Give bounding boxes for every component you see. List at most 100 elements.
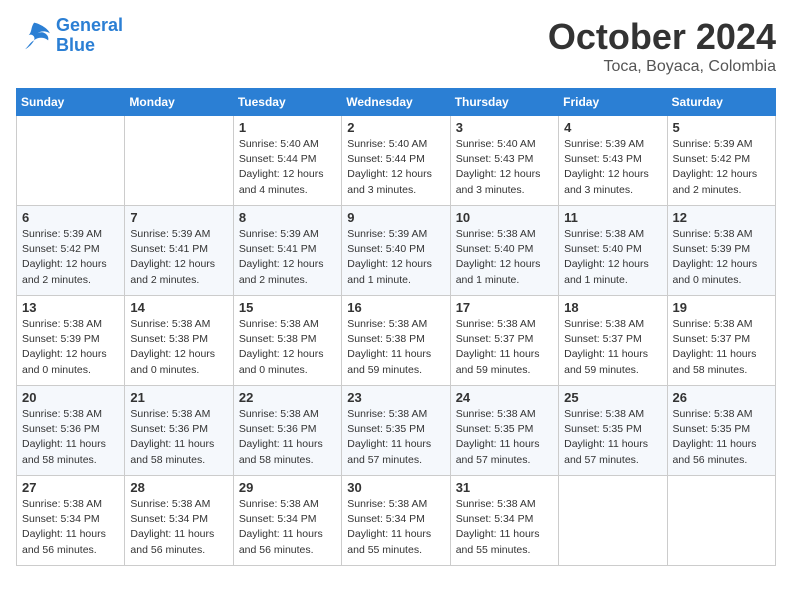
location: Toca, Boyaca, Colombia: [548, 58, 776, 76]
day-number: 30: [347, 480, 444, 495]
calendar-cell: 24 Sunrise: 5:38 AMSunset: 5:35 PMDayligh…: [450, 386, 558, 476]
day-number: 1: [239, 120, 336, 135]
calendar-cell: 30 Sunrise: 5:38 AMSunset: 5:34 PMDayligh…: [342, 476, 450, 566]
calendar-cell: 8 Sunrise: 5:39 AMSunset: 5:41 PMDaylight…: [233, 206, 341, 296]
page-header: General Blue October 2024 Toca, Boyaca, …: [16, 16, 776, 76]
weekday-header: Saturday: [667, 89, 775, 116]
calendar-week-row: 6Sunrise: 5:39 AMSunset: 5:42 PMDaylight…: [17, 206, 776, 296]
calendar-cell: 29 Sunrise: 5:38 AMSunset: 5:34 PMDayligh…: [233, 476, 341, 566]
calendar-cell: 6Sunrise: 5:39 AMSunset: 5:42 PMDaylight…: [17, 206, 125, 296]
weekday-header: Friday: [559, 89, 667, 116]
weekday-header: Tuesday: [233, 89, 341, 116]
day-number: 26: [673, 390, 770, 405]
day-info: Sunrise: 5:39 AMSunset: 5:41 PMDaylight:…: [130, 227, 227, 288]
day-number: 24: [456, 390, 553, 405]
day-info: Sunrise: 5:38 AMSunset: 5:34 PMDaylight:…: [130, 497, 227, 558]
day-number: 4: [564, 120, 661, 135]
logo: General Blue: [16, 16, 123, 56]
calendar-cell: 28 Sunrise: 5:38 AMSunset: 5:34 PMDayligh…: [125, 476, 233, 566]
calendar-cell: [667, 476, 775, 566]
calendar-cell: 20 Sunrise: 5:38 AMSunset: 5:36 PMDayligh…: [17, 386, 125, 476]
weekday-header: Wednesday: [342, 89, 450, 116]
calendar-cell: 10 Sunrise: 5:38 AMSunset: 5:40 PMDayligh…: [450, 206, 558, 296]
day-info: Sunrise: 5:38 AMSunset: 5:34 PMDaylight:…: [456, 497, 553, 558]
day-number: 28: [130, 480, 227, 495]
day-info: Sunrise: 5:38 AMSunset: 5:38 PMDaylight:…: [347, 317, 444, 378]
day-number: 18: [564, 300, 661, 315]
calendar-cell: 3 Sunrise: 5:40 AMSunset: 5:43 PMDaylight…: [450, 116, 558, 206]
calendar-cell: 11 Sunrise: 5:38 AMSunset: 5:40 PMDayligh…: [559, 206, 667, 296]
day-info: Sunrise: 5:38 AMSunset: 5:38 PMDaylight:…: [239, 317, 336, 378]
day-number: 6: [22, 210, 119, 225]
calendar-header-row: SundayMondayTuesdayWednesdayThursdayFrid…: [17, 89, 776, 116]
day-info: Sunrise: 5:39 AMSunset: 5:40 PMDaylight:…: [347, 227, 444, 288]
day-info: Sunrise: 5:38 AMSunset: 5:37 PMDaylight:…: [456, 317, 553, 378]
day-info: Sunrise: 5:38 AMSunset: 5:37 PMDaylight:…: [564, 317, 661, 378]
calendar-week-row: 20 Sunrise: 5:38 AMSunset: 5:36 PMDayligh…: [17, 386, 776, 476]
day-number: 8: [239, 210, 336, 225]
calendar-cell: [559, 476, 667, 566]
calendar-cell: 2 Sunrise: 5:40 AMSunset: 5:44 PMDaylight…: [342, 116, 450, 206]
day-info: Sunrise: 5:38 AMSunset: 5:37 PMDaylight:…: [673, 317, 770, 378]
calendar-cell: 12Sunrise: 5:38 AMSunset: 5:39 PMDayligh…: [667, 206, 775, 296]
day-info: Sunrise: 5:38 AMSunset: 5:40 PMDaylight:…: [564, 227, 661, 288]
calendar-cell: 7 Sunrise: 5:39 AMSunset: 5:41 PMDaylight…: [125, 206, 233, 296]
calendar-cell: 4 Sunrise: 5:39 AMSunset: 5:43 PMDaylight…: [559, 116, 667, 206]
day-info: Sunrise: 5:38 AMSunset: 5:35 PMDaylight:…: [564, 407, 661, 468]
calendar-cell: 19 Sunrise: 5:38 AMSunset: 5:37 PMDayligh…: [667, 296, 775, 386]
day-number: 5: [673, 120, 770, 135]
day-number: 29: [239, 480, 336, 495]
day-info: Sunrise: 5:40 AMSunset: 5:44 PMDaylight:…: [239, 137, 336, 198]
logo-icon: [16, 21, 52, 51]
calendar-week-row: 1 Sunrise: 5:40 AMSunset: 5:44 PMDaylight…: [17, 116, 776, 206]
calendar-cell: 17 Sunrise: 5:38 AMSunset: 5:37 PMDayligh…: [450, 296, 558, 386]
weekday-header: Thursday: [450, 89, 558, 116]
day-number: 19: [673, 300, 770, 315]
logo-text: General Blue: [56, 16, 123, 56]
calendar-cell: 13Sunrise: 5:38 AMSunset: 5:39 PMDayligh…: [17, 296, 125, 386]
day-number: 27: [22, 480, 119, 495]
month-title: October 2024: [548, 16, 776, 58]
calendar-cell: 16 Sunrise: 5:38 AMSunset: 5:38 PMDayligh…: [342, 296, 450, 386]
day-number: 7: [130, 210, 227, 225]
calendar-cell: 9Sunrise: 5:39 AMSunset: 5:40 PMDaylight…: [342, 206, 450, 296]
day-info: Sunrise: 5:38 AMSunset: 5:38 PMDaylight:…: [130, 317, 227, 378]
day-info: Sunrise: 5:39 AMSunset: 5:42 PMDaylight:…: [673, 137, 770, 198]
day-number: 31: [456, 480, 553, 495]
day-number: 3: [456, 120, 553, 135]
day-info: Sunrise: 5:38 AMSunset: 5:36 PMDaylight:…: [130, 407, 227, 468]
day-number: 14: [130, 300, 227, 315]
day-info: Sunrise: 5:39 AMSunset: 5:43 PMDaylight:…: [564, 137, 661, 198]
calendar-cell: 26 Sunrise: 5:38 AMSunset: 5:35 PMDayligh…: [667, 386, 775, 476]
day-info: Sunrise: 5:39 AMSunset: 5:41 PMDaylight:…: [239, 227, 336, 288]
day-info: Sunrise: 5:38 AMSunset: 5:34 PMDaylight:…: [347, 497, 444, 558]
day-info: Sunrise: 5:40 AMSunset: 5:43 PMDaylight:…: [456, 137, 553, 198]
calendar-cell: 23 Sunrise: 5:38 AMSunset: 5:35 PMDayligh…: [342, 386, 450, 476]
weekday-header: Monday: [125, 89, 233, 116]
calendar-cell: 31 Sunrise: 5:38 AMSunset: 5:34 PMDayligh…: [450, 476, 558, 566]
day-info: Sunrise: 5:38 AMSunset: 5:35 PMDaylight:…: [673, 407, 770, 468]
day-number: 2: [347, 120, 444, 135]
calendar-cell: 18 Sunrise: 5:38 AMSunset: 5:37 PMDayligh…: [559, 296, 667, 386]
day-info: Sunrise: 5:38 AMSunset: 5:36 PMDaylight:…: [239, 407, 336, 468]
day-number: 20: [22, 390, 119, 405]
day-info: Sunrise: 5:38 AMSunset: 5:35 PMDaylight:…: [347, 407, 444, 468]
day-number: 11: [564, 210, 661, 225]
title-block: October 2024 Toca, Boyaca, Colombia: [548, 16, 776, 76]
day-number: 10: [456, 210, 553, 225]
day-number: 25: [564, 390, 661, 405]
day-number: 16: [347, 300, 444, 315]
calendar-cell: 5 Sunrise: 5:39 AMSunset: 5:42 PMDaylight…: [667, 116, 775, 206]
calendar-cell: 15Sunrise: 5:38 AMSunset: 5:38 PMDayligh…: [233, 296, 341, 386]
day-info: Sunrise: 5:38 AMSunset: 5:34 PMDaylight:…: [239, 497, 336, 558]
day-info: Sunrise: 5:38 AMSunset: 5:36 PMDaylight:…: [22, 407, 119, 468]
calendar-week-row: 13Sunrise: 5:38 AMSunset: 5:39 PMDayligh…: [17, 296, 776, 386]
day-info: Sunrise: 5:40 AMSunset: 5:44 PMDaylight:…: [347, 137, 444, 198]
day-info: Sunrise: 5:38 AMSunset: 5:35 PMDaylight:…: [456, 407, 553, 468]
day-number: 12: [673, 210, 770, 225]
day-info: Sunrise: 5:38 AMSunset: 5:40 PMDaylight:…: [456, 227, 553, 288]
calendar-cell: [17, 116, 125, 206]
calendar-cell: 22Sunrise: 5:38 AMSunset: 5:36 PMDayligh…: [233, 386, 341, 476]
day-number: 23: [347, 390, 444, 405]
day-number: 17: [456, 300, 553, 315]
